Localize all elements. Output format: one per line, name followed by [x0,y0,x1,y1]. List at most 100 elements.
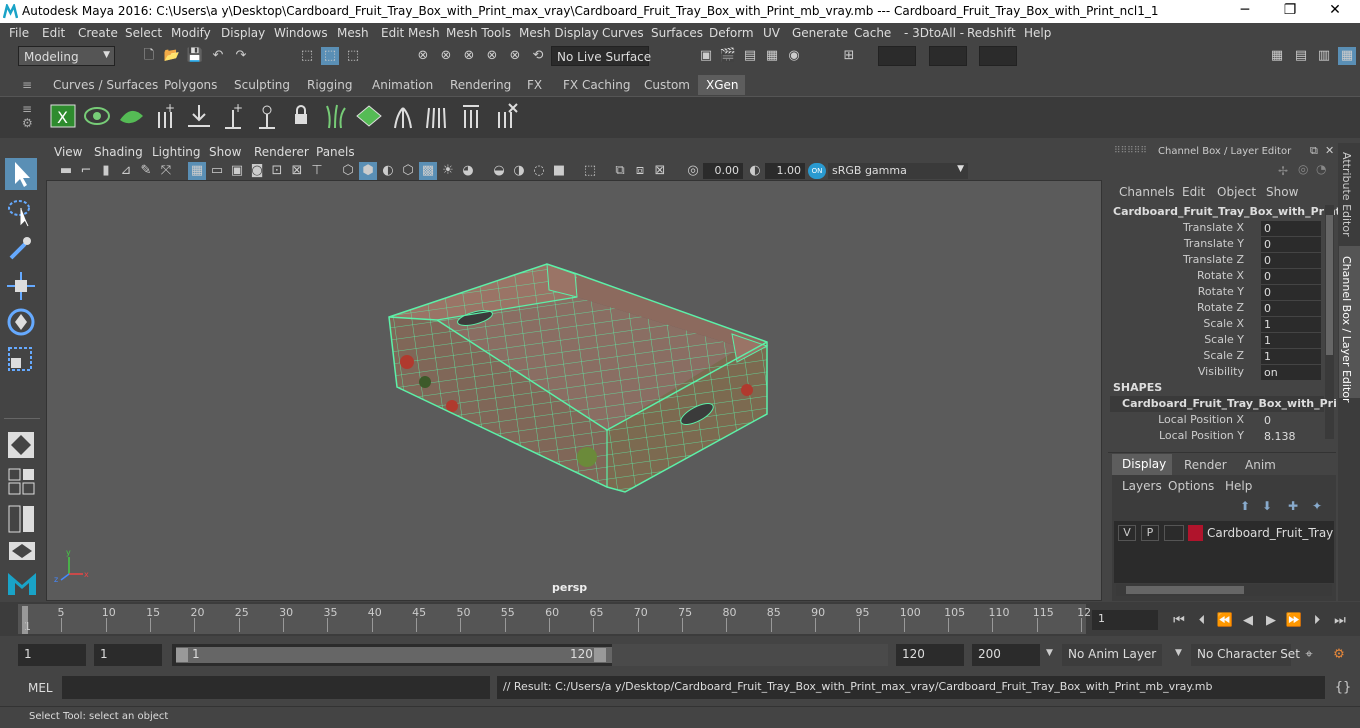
float-panel-icon[interactable]: ⧉ [1310,144,1318,158]
snap-curve-icon[interactable]: ⊗ [437,47,455,65]
channel-local-position-x[interactable]: Local Position X 0 [1108,413,1324,429]
menu-windows[interactable]: Windows [274,26,328,40]
wireframe-on-shaded-icon[interactable]: ⬡ [399,162,417,180]
channel-scale-x[interactable]: Scale X 1 [1108,317,1324,333]
animation-start-field[interactable]: 1 [18,644,86,666]
open-scene-icon[interactable]: 📂 [163,47,181,65]
channel-value[interactable]: 0 [1261,253,1321,268]
single-pane-layout-icon[interactable] [5,429,37,461]
snap-grid-icon[interactable]: ⊗ [414,47,432,65]
live-surface-field[interactable]: No Live Surface [551,46,651,66]
new-layer-icon[interactable]: ✚ [1288,499,1298,513]
move-layer-up-icon[interactable]: ⬆ [1240,499,1250,513]
menu-edit[interactable]: Edit [42,26,65,40]
shelf-tab-polygons[interactable]: Polygons [156,75,225,95]
channel-value[interactable]: 0 [1261,221,1321,236]
resolution-gate-icon[interactable]: ▣ [228,162,246,180]
channel-value[interactable]: 8.138 [1261,429,1321,444]
menu-display[interactable]: Display [221,26,265,40]
z-field[interactable] [979,46,1017,66]
channel-value[interactable]: 0 [1261,301,1321,316]
command-input[interactable] [62,676,490,699]
shelf-tab-xgen[interactable]: XGen [698,75,745,95]
undo-icon[interactable]: ↶ [209,47,227,65]
layer-name[interactable]: Cardboard_Fruit_Tray_Bo [1207,526,1333,540]
layer-tab-anim[interactable]: Anim [1245,458,1276,472]
cb-menu-channels[interactable]: Channels [1119,185,1175,199]
channel-value[interactable]: 1 [1261,333,1321,348]
anim-layer-dropdown[interactable]: No Anim Layer [1062,644,1162,666]
channel-value[interactable]: 0 [1261,413,1321,428]
menu-surfaces[interactable]: Surfaces [651,26,703,40]
animation-end-field[interactable]: 200 [972,644,1040,666]
viewport-menu-panels[interactable]: Panels [316,145,355,159]
maximize-icon[interactable]: ❐ [1275,2,1305,18]
xgen-clump-icon[interactable] [389,102,417,130]
close-panel-icon[interactable]: ✕ [1325,144,1334,157]
menu-mesh[interactable]: Mesh [337,26,369,40]
toggle-channel-box-icon[interactable]: ▦ [1338,47,1356,65]
wireframe-icon[interactable]: ⬡ [339,162,357,180]
grid-toggle-icon[interactable]: ▦ [188,162,206,180]
viewport-scene[interactable]: y x z [47,182,1101,600]
channel-value[interactable]: 1 [1261,349,1321,364]
xgen-grass-icon[interactable] [321,102,349,130]
channel-value[interactable]: on [1261,365,1321,380]
shape-name-row[interactable]: Cardboard_Fruit_Tray_Box_with_Pri... [1110,396,1349,412]
default-material-icon[interactable]: ◐ [379,162,397,180]
shelf-menu-icon[interactable]: ≡ [22,78,32,92]
viewport-menu-view[interactable]: View [54,145,82,159]
manipulator-icon[interactable]: ◎ [1298,162,1308,176]
film-gate-icon[interactable]: ▭ [208,162,226,180]
xray-joints-icon[interactable]: ⧈ [631,162,649,180]
select-hierarchy-icon[interactable]: ⬚ [298,47,316,65]
play-forward-icon[interactable]: ▶ [1262,612,1280,630]
outliner-layout-icon[interactable] [8,541,36,561]
select-tool-icon[interactable] [5,158,37,190]
step-back-key-icon[interactable]: ⏪ [1216,612,1234,630]
image-plane-icon[interactable]: ⊿ [117,162,135,180]
menu-file[interactable]: File [9,26,29,40]
colorspace-dropdown[interactable]: sRGB gamma ▼ [828,163,968,179]
play-backward-icon[interactable]: ◀ [1239,612,1257,630]
channel-rotate-x[interactable]: Rotate X 0 [1108,269,1324,285]
layer-tab-display[interactable]: Display [1112,454,1172,475]
shelf-tab-custom[interactable]: Custom [636,75,698,95]
menu-uv[interactable]: UV [763,26,780,40]
redo-icon[interactable]: ↷ [232,47,250,65]
character-set-dropdown[interactable]: No Character Set [1191,644,1300,666]
safe-action-icon[interactable]: ⊠ [288,162,306,180]
mode-selector[interactable]: Modeling ▼ [18,46,115,66]
playback-end-field[interactable]: 120 [896,644,964,666]
shelf-tab-rendering[interactable]: Rendering [442,75,519,95]
shadows-icon[interactable]: ◕ [459,162,477,180]
gamma-icon[interactable]: ◐ [746,162,764,180]
four-pane-layout-icon[interactable] [8,468,36,496]
new-layer-selected-icon[interactable]: ✦ [1312,499,1322,513]
panel-grip-icon[interactable]: ⠿⠿⠿⠿⠿ [1114,146,1147,156]
xgen-guide-eye-icon[interactable] [253,102,281,130]
toggle-attribute-editor-icon[interactable]: ▤ [1292,47,1310,65]
xgen-preview-icon[interactable] [83,102,111,130]
viewport-menu-show[interactable]: Show [209,145,241,159]
auto-key-icon[interactable]: ⌖ [1300,646,1318,664]
range-slider[interactable]: 1 120 [172,644,612,666]
menu-select[interactable]: Select [125,26,162,40]
viewport-menu-lighting[interactable]: Lighting [152,145,201,159]
animation-preferences-icon[interactable]: ⚙ [1330,646,1348,664]
render-settings-icon[interactable]: ▦ [763,47,781,65]
paint-select-tool-icon[interactable] [5,232,37,264]
xray-icon[interactable]: ⧉ [611,162,629,180]
anti-aliasing-icon[interactable]: ◌ [530,162,548,180]
playback-start-field[interactable]: 1 [94,644,162,666]
shelf-tab-animation[interactable]: Animation [364,75,441,95]
channel-value[interactable]: 0 [1261,285,1321,300]
channel-visibility[interactable]: Visibility on [1108,365,1324,381]
channel-translate-z[interactable]: Translate Z 0 [1108,253,1324,269]
transform-field-icon[interactable]: ⊞ [840,47,858,65]
smooth-shade-icon[interactable]: ⬢ [359,162,377,180]
menu-3dtoall[interactable]: - 3DtoAll - [904,26,964,40]
object-name[interactable]: Cardboard_Fruit_Tray_Box_with_Print... [1113,205,1353,218]
go-to-end-icon[interactable]: ⏭ [1331,612,1349,630]
snap-surface-icon[interactable]: ⊗ [506,47,524,65]
